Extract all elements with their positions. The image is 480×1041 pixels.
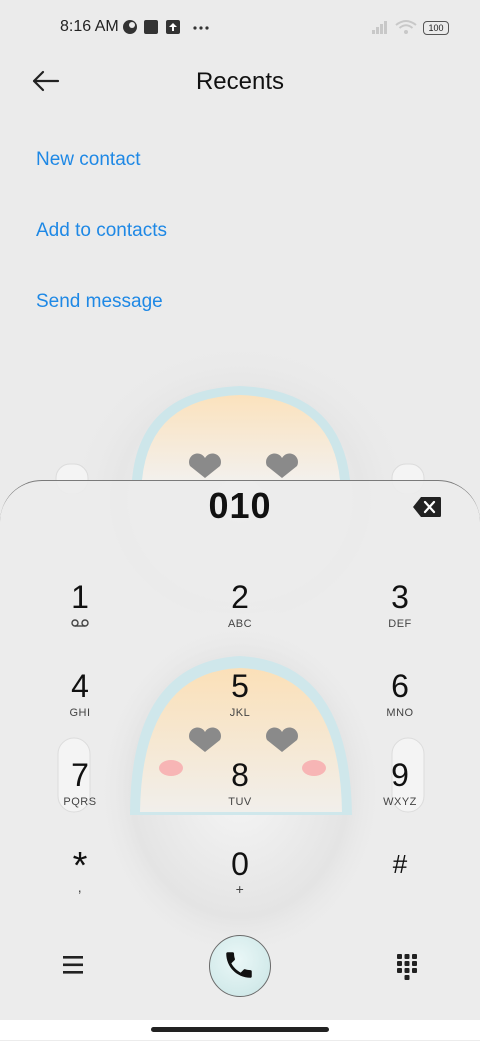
add-to-contacts-link[interactable]: Add to contacts [36,220,167,242]
key-hash[interactable]: # [350,847,450,919]
battery-level: 100 [428,23,444,33]
key-letters: WXYZ [383,796,417,808]
new-contact-link[interactable]: New contact [36,149,141,171]
key-digit: 9 [391,757,409,793]
key-digit: 5 [231,668,249,704]
header: Recents [0,56,480,108]
key-letters: JKL [229,707,251,719]
voicemail-icon [71,619,89,627]
menu-icon[interactable] [63,955,85,975]
key-letters: GHI [69,707,91,719]
page-title: Recents [195,68,285,95]
key-digit: 6 [391,668,409,704]
key-letters: MNO [386,707,414,719]
send-message-link[interactable]: Send message [36,291,163,313]
app-notification-icon [123,20,137,34]
key-letters: , [77,879,83,895]
key-7[interactable]: 7 PQRS [30,758,130,830]
key-digit: 8 [231,757,249,793]
key-letters: TUV [228,796,252,808]
dialed-number: 010 [208,485,272,526]
key-9[interactable]: 9 WXYZ [350,758,450,830]
key-0[interactable]: 0 + [190,847,290,919]
key-digit: # [392,849,408,879]
key-digit: 3 [391,579,409,615]
key-letters: + [235,881,245,897]
key-8[interactable]: 8 TUV [190,758,290,830]
key-5[interactable]: 5 JKL [190,669,290,741]
status-bar: 8:16 AM 100 [0,0,480,56]
wifi-icon [395,20,417,34]
more-notifications-icon [193,26,209,30]
key-6[interactable]: 6 MNO [350,669,450,741]
key-letters: DEF [388,618,412,630]
key-letters: ABC [227,618,253,630]
status-time: 8:16 AM [60,18,119,35]
key-digit: 2 [231,579,249,615]
key-digit: 4 [71,668,89,704]
backspace-icon[interactable] [412,496,442,518]
key-1[interactable]: 1 [30,580,130,652]
key-letters: PQRS [63,796,97,808]
phone-icon [226,952,252,978]
key-2[interactable]: 2 ABC [190,580,290,652]
upload-notification-icon [166,20,180,34]
call-button[interactable] [209,935,271,997]
dialpad-icon[interactable] [397,954,417,980]
signal-icon [372,21,387,34]
home-gesture-bar[interactable] [151,1027,329,1032]
key-3[interactable]: 3 DEF [350,580,450,652]
key-digit: 1 [71,579,89,615]
square-notification-icon [144,20,158,34]
battery-icon: 100 [423,21,449,35]
key-4[interactable]: 4 GHI [30,669,130,741]
key-digit: 7 [71,757,89,793]
key-star[interactable]: * , [30,847,130,919]
key-digit: 0 [231,846,249,882]
